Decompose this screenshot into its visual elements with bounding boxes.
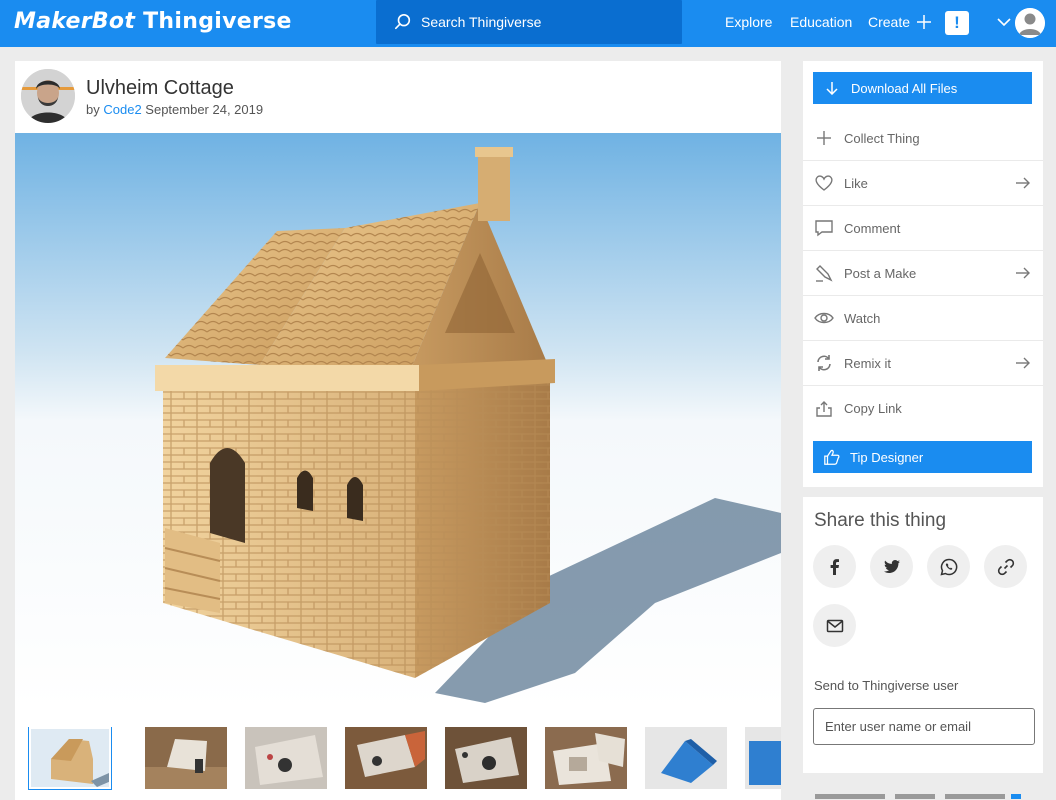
thumbnail-3[interactable] <box>245 727 327 789</box>
creator-photo-icon <box>21 69 75 123</box>
byline-prefix: by <box>86 102 100 117</box>
send-to-user-input[interactable] <box>813 708 1035 745</box>
thumbnail-photo <box>145 727 227 789</box>
thumbnail-7[interactable] <box>645 727 727 789</box>
collect-thing-label: Collect Thing <box>844 130 920 146</box>
download-all-files-label: Download All Files <box>851 80 958 96</box>
search-icon <box>394 13 411 30</box>
thumbnail-photo <box>345 727 427 789</box>
arrow-right-icon[interactable] <box>1015 175 1031 191</box>
user-silhouette-icon <box>1015 8 1045 38</box>
creator-avatar[interactable] <box>21 69 75 123</box>
twitter-icon <box>883 559 900 573</box>
top-navigation-bar: MakerBot Thingiverse Explore Education C… <box>0 0 1056 47</box>
share-facebook-button[interactable] <box>813 545 856 588</box>
thumbnail-6[interactable] <box>545 727 627 789</box>
link-icon <box>997 558 1014 575</box>
like-label: Like <box>844 175 868 191</box>
arrow-right-icon[interactable] <box>1015 355 1031 371</box>
notification-alert-icon[interactable]: ! <box>945 11 969 35</box>
makerbot-thingiverse-logo[interactable]: MakerBot Thingiverse <box>14 9 292 34</box>
thing-title: Ulvheim Cottage <box>86 77 234 99</box>
share-twitter-button[interactable] <box>870 545 913 588</box>
thumbnail-photo <box>445 727 527 789</box>
share-whatsapp-button[interactable] <box>927 545 970 588</box>
comment-label: Comment <box>844 220 901 236</box>
remix-button[interactable]: Remix it <box>803 341 1043 386</box>
heart-icon <box>813 172 835 194</box>
arrow-right-icon[interactable] <box>1015 265 1031 281</box>
thumbnail-render <box>645 727 727 789</box>
tip-designer-button[interactable]: Tip Designer <box>813 441 1032 473</box>
nav-create-label: Create <box>868 14 911 30</box>
send-to-user-label: Send to Thingiverse user <box>814 678 959 693</box>
thumbnail-cottage-render <box>31 729 109 787</box>
remix-label: Remix it <box>844 355 891 371</box>
post-a-make-button[interactable]: Post a Make <box>803 251 1043 296</box>
pencil-icon <box>813 262 835 284</box>
facebook-icon <box>830 558 839 575</box>
collect-thing-button[interactable]: Collect Thing <box>803 116 1043 161</box>
below-fold-text-hint <box>815 794 1021 799</box>
share-panel: Share this thing Send to Thingiverse use… <box>803 497 1043 773</box>
thumbnail-render <box>745 727 781 789</box>
eye-icon <box>813 307 835 329</box>
search-input[interactable] <box>421 14 651 30</box>
thumbnail-photo <box>245 727 327 789</box>
plus-icon <box>917 15 932 29</box>
comment-icon <box>813 217 835 239</box>
share-link-button[interactable] <box>984 545 1027 588</box>
whatsapp-icon <box>939 558 957 576</box>
share-title: Share this thing <box>814 510 947 531</box>
share-email-button[interactable] <box>813 604 856 647</box>
user-avatar[interactable] <box>1015 8 1045 38</box>
author-link[interactable]: Code2 <box>103 102 141 117</box>
nav-explore-link[interactable]: Explore <box>725 14 772 30</box>
copy-link-label: Copy Link <box>844 401 902 416</box>
thing-byline: by Code2 September 24, 2019 <box>86 102 263 117</box>
thumbnail-4[interactable] <box>345 727 427 789</box>
arrow-down-icon <box>826 82 838 95</box>
nav-education-link[interactable]: Education <box>790 14 852 30</box>
watch-button[interactable]: Watch <box>803 296 1043 341</box>
hero-image[interactable] <box>15 133 781 709</box>
thumbnail-strip <box>27 727 781 793</box>
nav-create-link[interactable]: Create <box>868 14 932 30</box>
copy-link-button[interactable]: Copy Link <box>803 386 1043 431</box>
search-box[interactable] <box>376 0 682 44</box>
publish-date: September 24, 2019 <box>145 102 264 117</box>
thumbnail-1[interactable] <box>28 727 112 790</box>
thumbnail-5[interactable] <box>445 727 527 789</box>
watch-label: Watch <box>844 310 881 326</box>
email-icon <box>826 619 843 632</box>
download-all-files-button[interactable]: Download All Files <box>813 72 1032 104</box>
comment-button[interactable]: Comment <box>803 206 1043 251</box>
chevron-down-icon[interactable] <box>996 14 1012 30</box>
like-button[interactable]: Like <box>803 161 1043 206</box>
thumbs-up-icon <box>824 449 840 465</box>
thumbnail-8[interactable] <box>745 727 781 789</box>
cottage-render-image <box>15 133 781 709</box>
logo-makerbot-text: MakerBot <box>14 9 136 34</box>
thing-main-card: Ulvheim Cottage by Code2 September 24, 2… <box>15 61 781 800</box>
thumbnail-photo <box>545 727 627 789</box>
remix-icon <box>813 352 835 374</box>
logo-thingiverse-text: Thingiverse <box>143 9 292 34</box>
thing-actions-panel: Download All Files Collect Thing Like Co… <box>803 61 1043 487</box>
post-a-make-label: Post a Make <box>844 265 917 281</box>
thumbnail-2[interactable] <box>145 727 227 789</box>
share-icon <box>813 398 835 420</box>
plus-icon <box>813 127 835 149</box>
tip-designer-label: Tip Designer <box>850 449 924 465</box>
